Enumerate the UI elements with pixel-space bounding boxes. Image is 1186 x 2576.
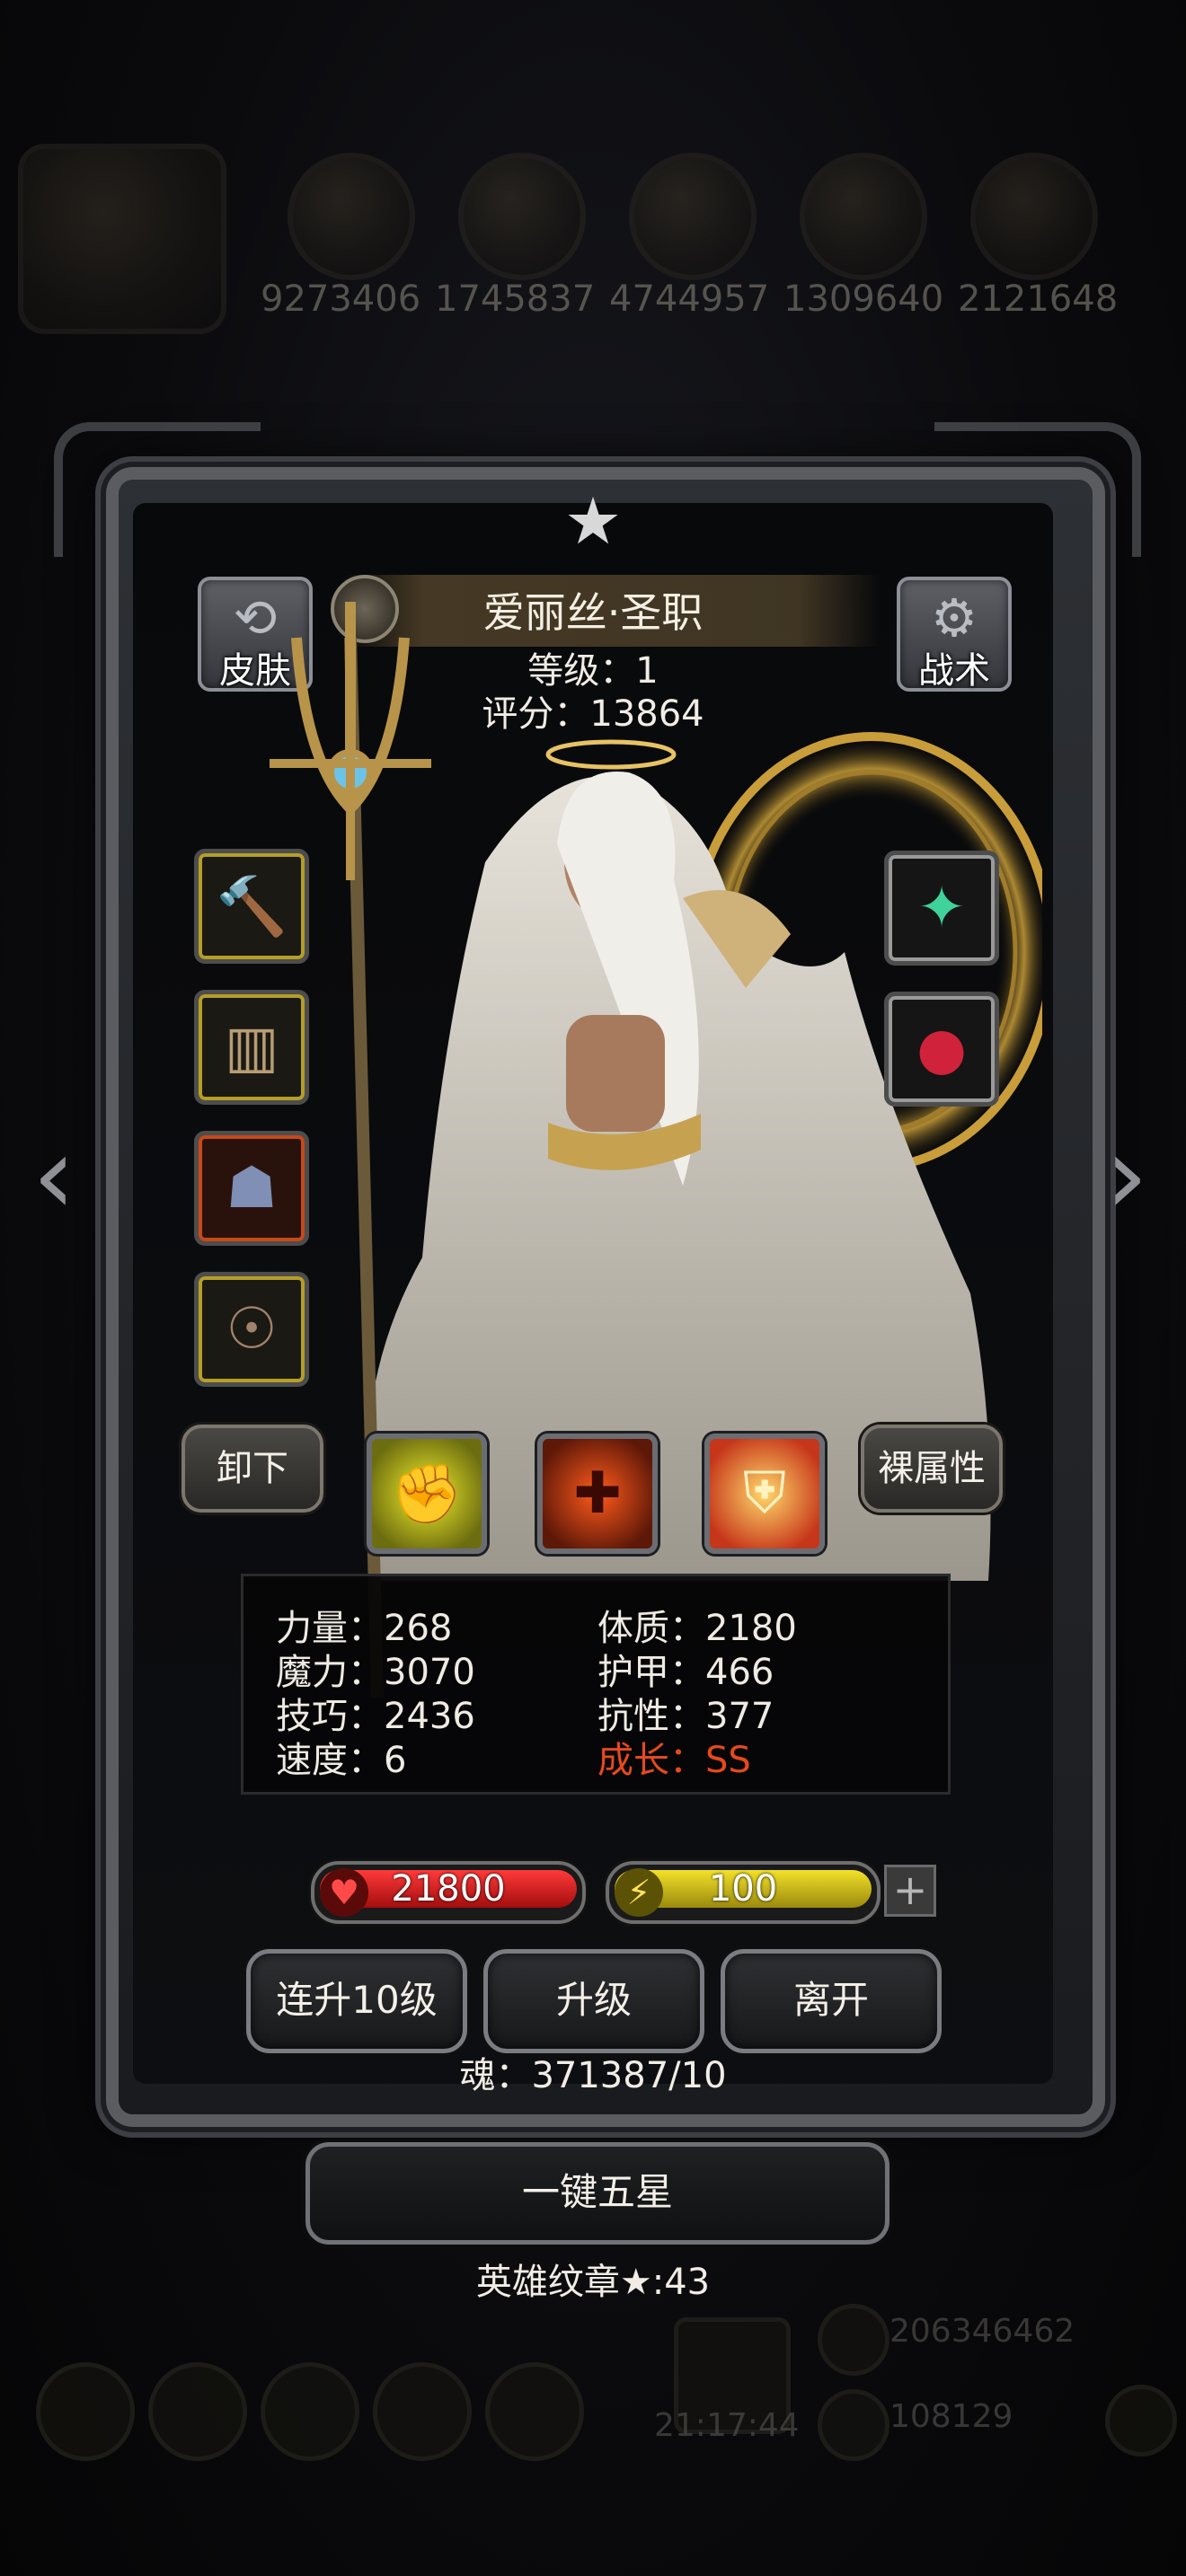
resource-icon <box>458 153 586 280</box>
menu-icon <box>36 2362 135 2461</box>
dragon-helm-icon: ☗ <box>226 1155 278 1222</box>
tactics-label: 战术 <box>918 650 990 692</box>
fur-armor-icon: ▥ <box>224 1014 279 1081</box>
holy-shield-skill-icon: ⛨ <box>743 1460 786 1527</box>
hp-value: 21800 <box>391 1868 506 1910</box>
unequip-button[interactable]: 卸下 <box>181 1425 323 1513</box>
resource-icon <box>800 153 927 280</box>
frame-ornament <box>934 422 1141 557</box>
resource-count: 1309640 <box>783 278 944 320</box>
skill-slot-2[interactable]: ✚ <box>537 1434 658 1554</box>
armor-slot[interactable]: ▥ <box>194 990 309 1105</box>
pumpkin-resource-icon <box>18 144 226 334</box>
resource-count: 1745837 <box>435 278 596 320</box>
red-orb-relic-icon: ● <box>916 1016 967 1082</box>
plus-icon <box>1105 2385 1177 2457</box>
previous-hero-arrow[interactable]: ‹ <box>18 1114 90 1239</box>
stat-growth: 成长：SS <box>597 1731 751 1783</box>
cross-heal-skill-icon: ✚ <box>573 1460 622 1527</box>
gem-count: 108129 <box>890 2398 1013 2435</box>
add-energy-button[interactable]: + <box>884 1865 936 1917</box>
level-up-10-button[interactable]: 连升10级 <box>246 1949 467 2053</box>
hammer-weapon-icon: 🔨 <box>216 873 288 940</box>
helmet-slot[interactable]: ☗ <box>194 1131 309 1246</box>
resource-count: 2121648 <box>958 278 1119 320</box>
skill-slot-1[interactable]: ✊ <box>367 1434 487 1554</box>
resource-icon <box>970 153 1098 280</box>
energy-value: 100 <box>708 1868 778 1910</box>
growth-value: SS <box>705 1740 751 1781</box>
resource-count: 9273406 <box>261 278 421 320</box>
resource-icon <box>288 153 415 280</box>
weapon-slot[interactable]: 🔨 <box>194 849 309 964</box>
torso <box>566 1015 665 1132</box>
menu-icon <box>373 2362 472 2461</box>
fist-skill-icon: ✊ <box>391 1460 463 1528</box>
frame-ornament <box>54 422 261 557</box>
level-up-button[interactable]: 升级 <box>483 1949 704 2053</box>
next-hero-arrow[interactable]: › <box>1091 1114 1163 1239</box>
menu-icon <box>485 2362 584 2461</box>
halo <box>545 739 677 770</box>
menu-icon <box>148 2362 247 2461</box>
relic-slot-2[interactable]: ● <box>884 992 999 1107</box>
gear-icon: ⚙ <box>931 587 978 648</box>
menu-icon <box>261 2362 359 2461</box>
soul-count: 魂：371387/10 <box>459 2055 727 2096</box>
resource-count: 4744957 <box>609 278 770 320</box>
clock-text: 21:17:44 <box>654 2407 800 2444</box>
hero-emblem-count: 英雄纹章★:43 <box>475 2262 711 2303</box>
skill-slot-3[interactable]: ⛨ <box>704 1434 825 1554</box>
bare-attributes-button[interactable]: 裸属性 <box>861 1425 1003 1513</box>
star-icon: ★ <box>563 483 623 559</box>
relic-slot-1[interactable]: ✦ <box>884 851 999 966</box>
hp-bar: ♥ 21800 <box>311 1861 586 1924</box>
resource-icon <box>629 153 757 280</box>
mask-icon: ☉ <box>226 1296 278 1363</box>
accessory-slot[interactable]: ☉ <box>194 1272 309 1387</box>
gem-icon <box>818 2389 890 2461</box>
one-key-five-star-button[interactable]: 一键五星 <box>305 2142 890 2245</box>
growth-label: 成长： <box>597 1740 705 1781</box>
gold-count: 206346462 <box>890 2313 1075 2350</box>
energy-bar: ⚡ 100 <box>606 1861 881 1924</box>
tactics-button[interactable]: ⚙ 战术 <box>897 577 1012 692</box>
gold-icon <box>818 2304 890 2376</box>
green-relic-icon: ✦ <box>917 875 966 941</box>
leave-button[interactable]: 离开 <box>721 1949 942 2053</box>
stat-speed: 速度：6 <box>276 1740 407 1781</box>
